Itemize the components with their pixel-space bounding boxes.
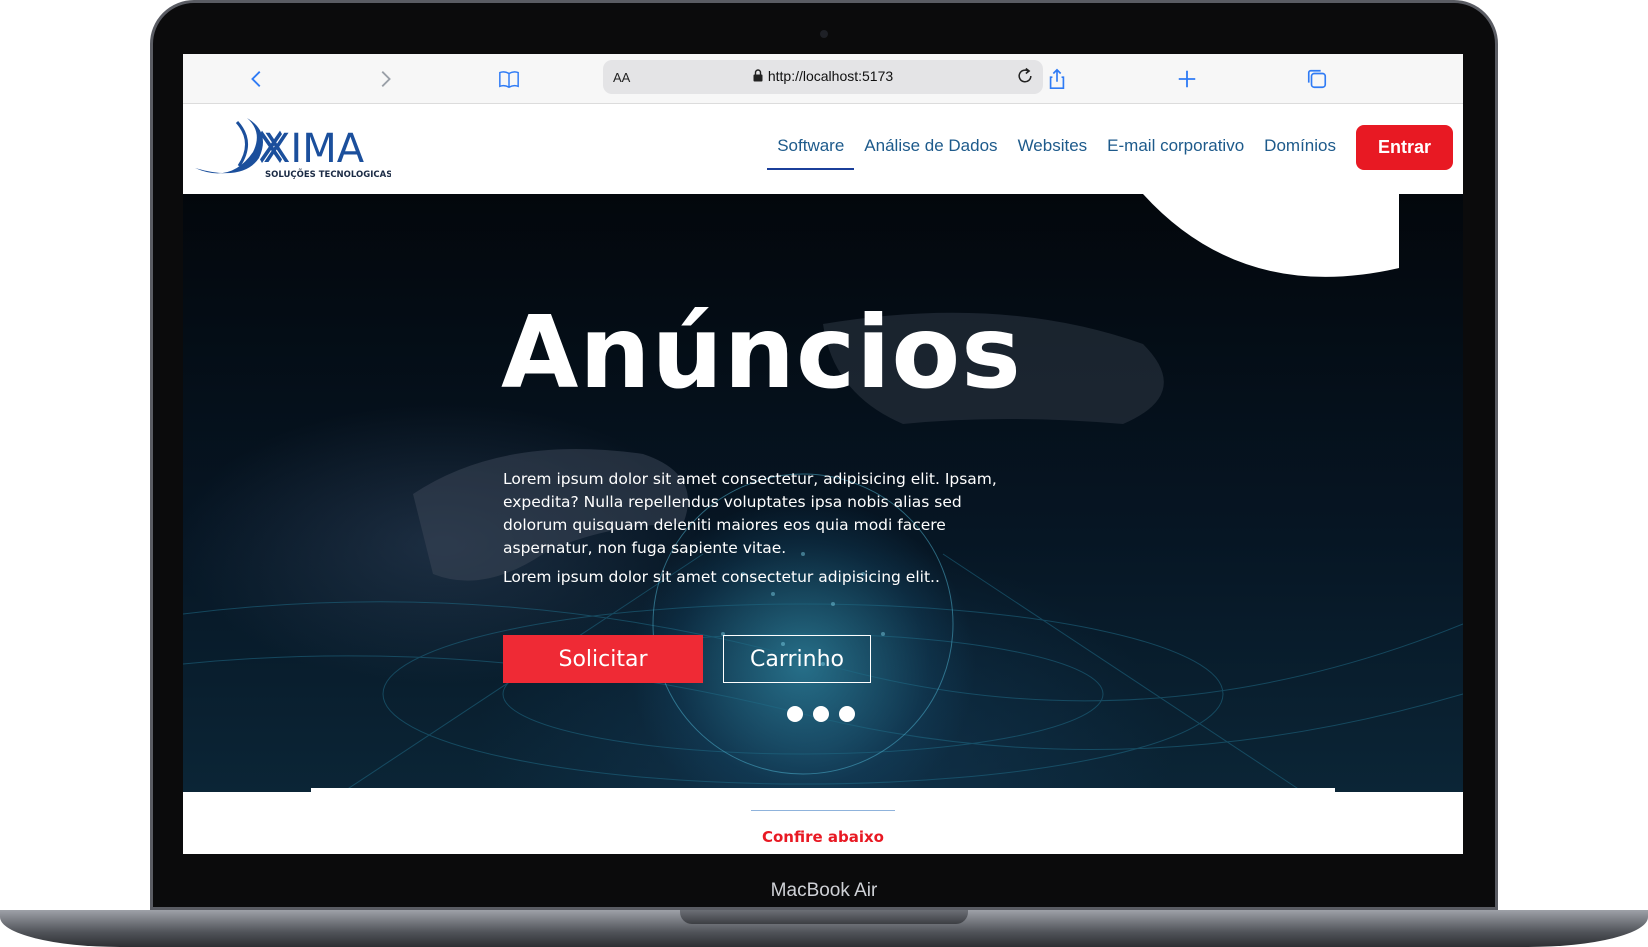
site-header: XIMA SOLUÇÕES TECNOLOGICAS Software Anál… — [183, 104, 1463, 194]
back-icon[interactable] — [245, 67, 269, 91]
hero-paragraph: Lorem ipsum dolor sit amet consectetur, … — [503, 470, 997, 557]
carousel-dot[interactable] — [787, 706, 803, 722]
logo-tagline: SOLUÇÕES TECNOLOGICAS — [265, 168, 391, 180]
carrinho-button[interactable]: Carrinho — [723, 635, 871, 683]
reload-icon[interactable] — [1015, 66, 1035, 90]
hero-subtext: Lorem ipsum dolor sit amet consectetur a… — [503, 568, 940, 586]
section-heading: Confire abaixo — [761, 828, 884, 846]
screen: AA http://localhost:5173 XIMA SOLUÇÕES T… — [183, 54, 1463, 854]
share-icon[interactable] — [1045, 67, 1069, 91]
logo-brand: XIMA — [263, 126, 365, 172]
nav-item-software[interactable]: Software — [767, 124, 855, 170]
browser-toolbar: AA http://localhost:5173 — [183, 54, 1463, 104]
lock-icon — [753, 69, 763, 85]
hero-banner: Anúncios Lorem ipsum dolor sit amet cons… — [183, 194, 1463, 792]
nav-item-dominios[interactable]: Domínios — [1254, 124, 1346, 170]
carousel-dots — [787, 706, 855, 722]
logo[interactable]: XIMA SOLUÇÕES TECNOLOGICAS — [191, 112, 392, 184]
main-nav: Software Análise de Dados Websites E-mai… — [767, 124, 1453, 170]
solicitar-button[interactable]: Solicitar — [503, 635, 703, 683]
section-intro: Confire abaixo — [183, 792, 1463, 854]
new-tab-icon[interactable] — [1175, 67, 1199, 91]
carousel-dot[interactable] — [839, 706, 855, 722]
camera-icon — [820, 30, 828, 38]
tabs-icon[interactable] — [1305, 67, 1329, 91]
hero-title: Anúncios — [501, 294, 1022, 411]
login-button[interactable]: Entrar — [1355, 124, 1453, 170]
forward-icon[interactable] — [373, 67, 397, 91]
bookmarks-icon[interactable] — [497, 67, 521, 91]
address-bar[interactable]: AA http://localhost:5173 — [603, 60, 1043, 94]
nav-item-analise-de-dados[interactable]: Análise de Dados — [854, 124, 1007, 170]
laptop-notch — [680, 910, 968, 924]
nav-item-websites[interactable]: Websites — [1008, 124, 1098, 170]
device-model-label: MacBook Air — [770, 880, 878, 901]
url-text: http://localhost:5173 — [767, 68, 894, 84]
carousel-dot[interactable] — [813, 706, 829, 722]
section-divider — [751, 810, 895, 811]
nav-item-email-corporativo[interactable]: E-mail corporativo — [1097, 124, 1254, 170]
